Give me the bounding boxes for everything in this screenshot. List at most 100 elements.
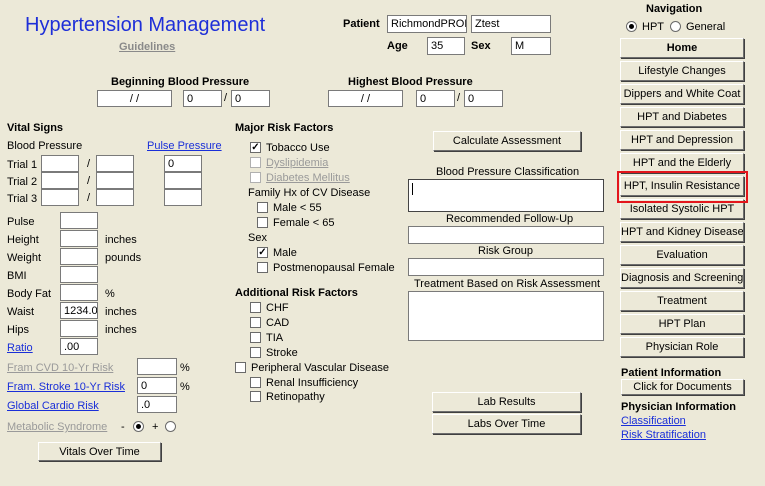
nav-general-radio[interactable]	[670, 21, 681, 32]
metabolic-minus-radio[interactable]	[133, 421, 144, 432]
highest-bp-label: Highest Blood Pressure	[348, 76, 473, 88]
age-field[interactable]: 35	[427, 37, 465, 55]
major-risk-heading: Major Risk Factors	[235, 122, 334, 134]
renal-checkbox[interactable]	[250, 377, 261, 388]
pvd-label: Peripheral Vascular Disease	[251, 362, 389, 374]
ratio-field[interactable]: .00	[60, 338, 98, 355]
sex-field[interactable]: M	[511, 37, 551, 55]
height-unit: inches	[105, 234, 137, 246]
global-cardio-risk-field[interactable]: .0	[137, 396, 177, 413]
treatment-field[interactable]	[408, 291, 604, 341]
trial-3-pulse-pressure-field[interactable]	[164, 189, 202, 206]
risk-group-field[interactable]	[408, 258, 604, 276]
dyslipidemia-label[interactable]: Dyslipidemia	[266, 157, 328, 169]
highest-diastolic-field[interactable]: 0	[464, 90, 503, 107]
lab-results-button[interactable]: Lab Results	[432, 392, 581, 412]
hips-field[interactable]	[60, 320, 98, 337]
treatment-label: Treatment Based on Risk Assessment	[414, 278, 601, 290]
trial-1-systolic-field[interactable]	[41, 155, 79, 172]
patient-first-name-field[interactable]: RichmondPROD	[387, 15, 467, 33]
nav-button-home[interactable]: Home	[620, 38, 744, 58]
bp-classification-label: Blood Pressure Classification	[436, 166, 580, 178]
height-label: Height	[7, 234, 39, 246]
ratio-link[interactable]: Ratio	[7, 342, 33, 354]
global-cardio-risk-link[interactable]: Global Cardio Risk	[7, 400, 99, 412]
nav-hpt-radio[interactable]	[626, 21, 637, 32]
trial-1-diastolic-field[interactable]	[96, 155, 134, 172]
body-fat-field[interactable]	[60, 284, 98, 301]
retinopathy-checkbox[interactable]	[250, 391, 261, 402]
patient-last-name-field[interactable]: Ztest	[471, 15, 551, 33]
fram-cvd-risk-field[interactable]	[137, 358, 177, 375]
pvd-checkbox[interactable]	[235, 362, 246, 373]
male-55-checkbox[interactable]	[257, 202, 268, 213]
diabetes-checkbox[interactable]	[250, 172, 261, 183]
tobacco-checkbox[interactable]: ✓	[250, 142, 261, 153]
pulse-label: Pulse	[7, 216, 35, 228]
beginning-bp-date-field[interactable]: / /	[97, 90, 172, 107]
trial-3-systolic-field[interactable]	[41, 189, 79, 206]
female-65-checkbox[interactable]	[257, 217, 268, 228]
highest-bp-date-field[interactable]: / /	[328, 90, 403, 107]
nav-button-evaluation[interactable]: Evaluation	[620, 245, 744, 265]
pulse-pressure-link[interactable]: Pulse Pressure	[147, 140, 222, 152]
risk-stratification-link[interactable]: Risk Stratification	[621, 429, 706, 441]
male-checkbox[interactable]: ✓	[257, 247, 268, 258]
waist-unit: inches	[105, 306, 137, 318]
cad-checkbox[interactable]	[250, 317, 261, 328]
calculate-assessment-button[interactable]: Calculate Assessment	[433, 131, 581, 151]
pulse-field[interactable]	[60, 212, 98, 229]
trial-1-label: Trial 1	[7, 159, 38, 171]
trial-2-label: Trial 2	[7, 176, 38, 188]
nav-button-dippers-and-white-coat[interactable]: Dippers and White Coat	[620, 84, 744, 104]
classification-link[interactable]: Classification	[621, 415, 686, 427]
nav-button-treatment[interactable]: Treatment	[620, 291, 744, 311]
nav-general-label: General	[686, 21, 726, 33]
tia-checkbox[interactable]	[250, 332, 261, 343]
bp-slash: /	[87, 158, 91, 170]
stroke-checkbox[interactable]	[250, 347, 261, 358]
bp-slash: /	[87, 175, 91, 187]
waist-field[interactable]: 1234.0	[60, 302, 98, 319]
trial-2-systolic-field[interactable]	[41, 172, 79, 189]
bp-classification-field[interactable]	[408, 179, 604, 212]
labs-over-time-button[interactable]: Labs Over Time	[432, 414, 581, 434]
nav-button-diagnosis-and-screening[interactable]: Diagnosis and Screening	[620, 268, 744, 288]
tia-label: TIA	[266, 332, 284, 344]
bp-slash: /	[87, 192, 91, 204]
trial-1-pulse-pressure-field[interactable]: 0	[164, 155, 202, 172]
trial-2-pulse-pressure-field[interactable]	[164, 172, 202, 189]
nav-button-hpt-plan[interactable]: HPT Plan	[620, 314, 744, 334]
beginning-diastolic-field[interactable]: 0	[231, 90, 270, 107]
trial-3-diastolic-field[interactable]	[96, 189, 134, 206]
nav-button-hpt-and-diabetes[interactable]: HPT and Diabetes	[620, 107, 744, 127]
guidelines-link[interactable]: Guidelines	[119, 41, 175, 53]
waist-label: Waist	[7, 306, 35, 318]
chf-checkbox[interactable]	[250, 302, 261, 313]
click-for-documents-button[interactable]: Click for Documents	[621, 379, 744, 395]
nav-button-hpt-and-depression[interactable]: HPT and Depression	[620, 130, 744, 150]
vitals-over-time-button[interactable]: Vitals Over Time	[38, 442, 161, 461]
highest-systolic-field[interactable]: 0	[416, 90, 455, 107]
fram-stroke-risk-link[interactable]: Fram. Stroke 10-Yr Risk	[7, 381, 125, 393]
additional-risk-heading: Additional Risk Factors	[235, 287, 358, 299]
trial-2-diastolic-field[interactable]	[96, 172, 134, 189]
fram-stroke-risk-field[interactable]: 0	[137, 377, 177, 394]
fram-cvd-risk-link[interactable]: Fram CVD 10-Yr Risk	[7, 362, 113, 374]
diabetes-label[interactable]: Diabetes Mellitus	[266, 172, 350, 184]
beginning-systolic-field[interactable]: 0	[183, 90, 222, 107]
metabolic-syndrome-link[interactable]: Metabolic Syndrome	[7, 421, 107, 433]
nav-button-physician-role[interactable]: Physician Role	[620, 337, 744, 357]
metabolic-plus-label: +	[152, 421, 159, 433]
metabolic-plus-radio[interactable]	[165, 421, 176, 432]
weight-field[interactable]	[60, 248, 98, 265]
postmenopausal-checkbox[interactable]	[257, 262, 268, 273]
nav-button-hpt-and-kidney-disease[interactable]: HPT and Kidney Disease	[620, 222, 744, 242]
bmi-field[interactable]	[60, 266, 98, 283]
family-hx-label: Family Hx of CV Disease	[248, 187, 371, 199]
followup-field[interactable]	[408, 226, 604, 244]
dyslipidemia-checkbox[interactable]	[250, 157, 261, 168]
height-field[interactable]	[60, 230, 98, 247]
nav-button-hpt-and-the-elderly[interactable]: HPT and the Elderly	[620, 153, 744, 173]
nav-button-lifestyle-changes[interactable]: Lifestyle Changes	[620, 61, 744, 81]
